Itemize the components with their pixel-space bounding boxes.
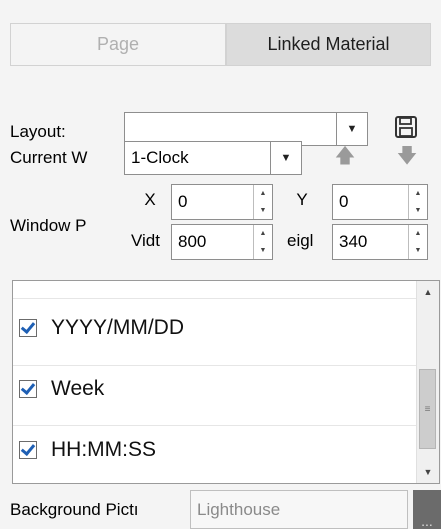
layout-label: Layout: (10, 122, 66, 141)
spin-up-icon[interactable]: ▲ (254, 185, 272, 202)
list-item-label: HH:MM:SS (51, 438, 156, 461)
arrow-up-icon[interactable]: 🡅 (330, 141, 360, 175)
x-spinner[interactable]: 0 ▲ ▼ (171, 184, 273, 220)
spin-down-icon[interactable]: ▼ (409, 202, 427, 219)
current-window-dropdown[interactable]: 1-Clock ▼ (124, 141, 302, 175)
list-item[interactable]: YYYY/MM/DD (19, 310, 184, 346)
checkbox-checked-icon[interactable] (19, 319, 37, 337)
clock-element-list[interactable]: YYYY/MM/DD Week HH:MM:SS ▲ ≡ ▼ (12, 280, 440, 484)
arrow-down-icon[interactable]: 🡇 (392, 141, 422, 175)
save-icon[interactable] (393, 114, 423, 144)
width-value: 800 (178, 232, 207, 251)
spin-buttons[interactable]: ▲ ▼ (408, 225, 427, 259)
divider (13, 365, 417, 366)
scrollbar-thumb[interactable]: ≡ (419, 369, 436, 449)
current-window-value: 1-Clock (131, 148, 189, 167)
list-item[interactable]: HH:MM:SS (19, 432, 156, 468)
tab-linked-material[interactable]: Linked Material (226, 23, 431, 66)
list-item[interactable]: Week (19, 371, 104, 407)
background-picture-value: Lighthouse (197, 499, 281, 519)
spin-up-icon[interactable]: ▲ (254, 225, 272, 242)
divider (13, 425, 417, 426)
height-label: eigl (287, 231, 314, 250)
spin-buttons[interactable]: ▲ ▼ (253, 225, 272, 259)
checkbox-checked-icon[interactable] (19, 380, 37, 398)
chevron-down-icon[interactable]: ▼ (270, 142, 301, 174)
scroll-up-icon[interactable]: ▲ (417, 281, 439, 303)
spin-up-icon[interactable]: ▲ (409, 225, 427, 242)
spin-buttons[interactable]: ▲ ▼ (253, 185, 272, 219)
y-spinner[interactable]: 0 ▲ ▼ (332, 184, 428, 220)
spin-down-icon[interactable]: ▼ (254, 202, 272, 219)
width-spinner[interactable]: 800 ▲ ▼ (171, 224, 273, 260)
divider (13, 298, 417, 299)
spin-buttons[interactable]: ▲ ▼ (408, 185, 427, 219)
spin-down-icon[interactable]: ▼ (409, 242, 427, 259)
list-scrollbar[interactable]: ▲ ≡ ▼ (416, 281, 439, 483)
x-value: 0 (178, 192, 188, 211)
window-position-label: Window P (10, 216, 87, 235)
spin-up-icon[interactable]: ▲ (409, 185, 427, 202)
background-picture-label: Background Pictı (10, 500, 139, 519)
height-spinner[interactable]: 340 ▲ ▼ (332, 224, 428, 260)
scroll-down-icon[interactable]: ▼ (417, 461, 439, 483)
browse-button[interactable]: ... (413, 490, 441, 529)
y-value: 0 (339, 192, 349, 211)
current-window-label: Current W (10, 148, 88, 167)
list-item-label: Week (51, 377, 105, 400)
y-label: Y (296, 190, 308, 209)
tab-page[interactable]: Page (10, 23, 226, 66)
list-item-label: YYYY/MM/DD (51, 316, 185, 339)
checkbox-checked-icon[interactable] (19, 441, 37, 459)
width-label: Vidt (131, 231, 160, 250)
spin-down-icon[interactable]: ▼ (254, 242, 272, 259)
background-picture-field[interactable]: Lighthouse (190, 490, 408, 529)
x-label: X (144, 190, 156, 209)
height-value: 340 (339, 232, 368, 251)
